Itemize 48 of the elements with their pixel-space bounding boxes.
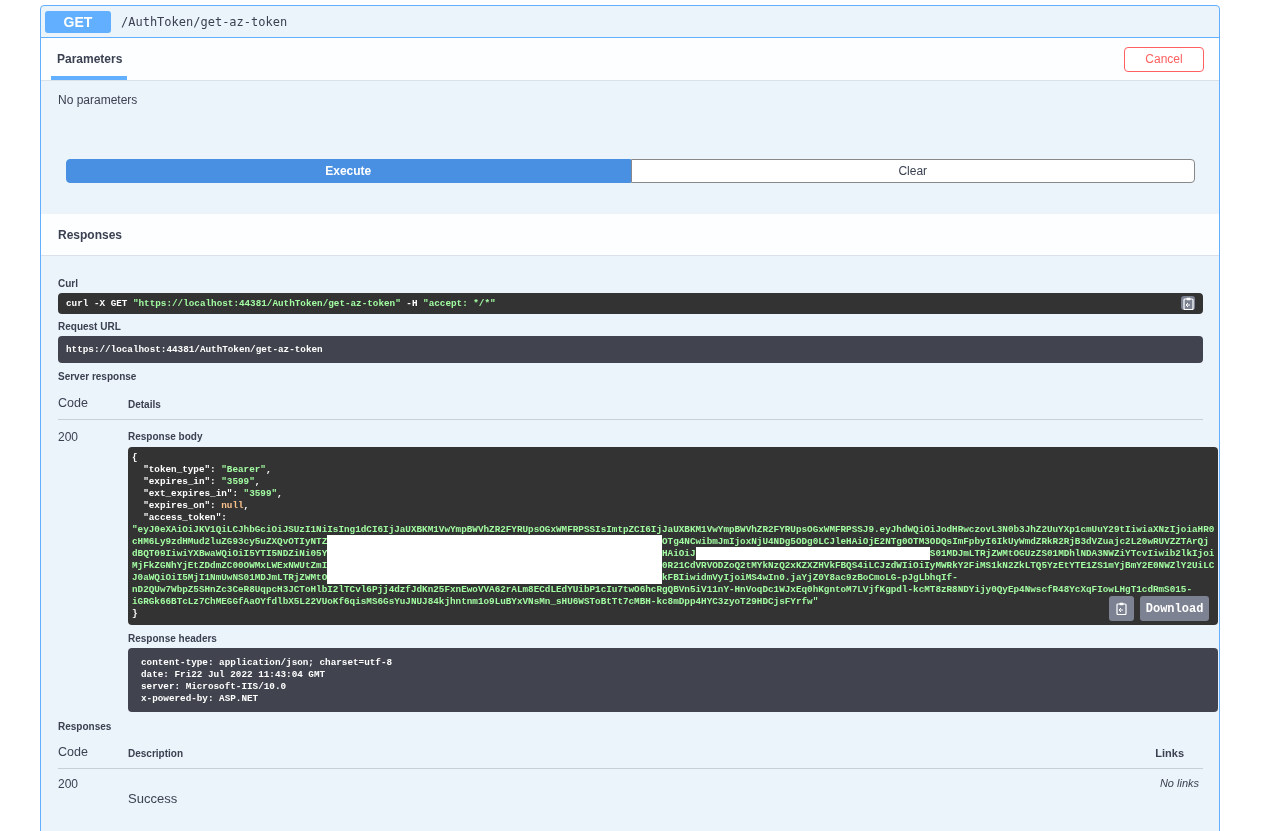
response-description: Success [128,790,179,806]
code-line: "ext_expires_in": "3599", [142,488,283,500]
field-label: Request URL [58,321,122,332]
section-label: Responses [58,721,113,732]
clear-button[interactable]: Clear [630,159,1195,183]
field-label: Server response [58,371,138,382]
code-line: iGRGk66BTcLz7ChMEGGfAaOYfdlbX5L22VUoKf6qisMS6GsYuJNUJ84kjhntnm1o9LuBYxVNsMn_sHU6WSToBtTt7cMBH-kc8mDpp4HYC3zyoT29HDCjsFYrfw" [132,596,819,608]
clipboard-icon [1182,296,1194,310]
column-header: Details [128,399,162,410]
field-label: Response body [128,431,204,442]
code-line: { [132,452,138,464]
column-header: Links [1155,747,1185,759]
code-line: "access_token": [142,512,227,524]
copy-button[interactable] [1109,596,1135,621]
code-line: cHM6Ly9zdHMud2luZG93cy5uZXQvOTIyNTZ OTg4NCwibmJmIjoxNjU4NDg5ODg0LCJleHAiOjE2NTg0OTM3ODQsImFpbyI6IkUyWmdZRkR2RjB3dVZuajc2L20wRUVZZTArQj [132,536,1209,548]
status-code: 200 [58,777,80,793]
code-line: J0aWQiOiI5MjI1NmUwNS01MDJmLTRjZWMtO kFBIiwidmVyIjoiMS4wIn0.jaYjZ0Y8ac9zBoCmoLG-pJgLbhqIf- [132,572,958,584]
cancel-button[interactable]: Cancel [1124,46,1204,72]
column-header: Code [58,745,89,759]
request-url: https://localhost:44381/AuthToken/get-az-token [58,336,1203,363]
endpoint-path: /AuthToken/get-az-token [121,14,288,29]
column-header: Code [58,396,89,410]
clipboard-icon [1116,602,1128,615]
section-title: Responses [58,227,123,242]
status-code: 200 [58,430,80,446]
copy-button[interactable] [1181,296,1195,310]
field-label: Response headers [128,633,218,644]
code-line: "expires_on": null, [142,500,250,512]
code-line: nD2QUw7WbpZ5SHnZc3CeR8UqpcH3JCToHlbI2lTCvl6Pjj4dzfJdKn25FxnEwoVVA62rALm8ECdLEdYUibP1cIu7twO6hcRgQBVn5iV11nY-HnVoqDc1WJxEq0hKgntoM7LVjfKgpdl-kcMT8zR8NDYijy0QyEp4NwscfR48YcXqFIowLHgT1cdRmS015- [132,584,1193,596]
code-line: dBQT09IiwiYXBwaWQiOiI5YTI5NDZiNi05Y HAiOiJ S01MDJmLTRjZWMtOGUzZS01MDhlNDA3NWZiYTcvIiwib2lkIjoi [132,548,1215,560]
execute-button[interactable]: Execute [66,159,631,183]
field-label: Curl [58,278,79,289]
code-line: "expires_in": "3599", [142,476,261,488]
code-line: "token_type": "Bearer", [142,464,272,476]
download-button[interactable]: Download [1139,596,1210,621]
code-line: "eyJ0eXAiOiJKV1QiLCJhbGciOiJSUzI1NiIsIng1dCI6IjJaUXBKM1VwYmpBWVhZR2FYRUpsOGxWMFRPSSIsImtpZCI6IjJaUXBKM1VwYmpBWVhZR2FYRUpsOGxWMFRPSSJ9.eyJhdWQiOiJodHRwczovL3N0b3JhZ2UuYXp1cmUuY29tIiwiaXNzIjoiaHR0 [132,524,1215,536]
code-line: } [132,608,138,620]
curl-command: curl -X GET "https://localhost:44381/AuthToken/get-az-token" -H "accept: */*" [58,293,1203,314]
code-line: MjFkZGNhYjEtZDdmZC00OWMxLWExNWUtZmI 0R21CdVRVODZoQ2tMYkNzQ2xKZXZHVkFBQS4iLCJzdWIiOiIyMWRkY2FiMS1kN2ZkLTQ5YzEtYTE1ZS1mYjBmY2E0NWZlY2UiLC [132,560,1215,572]
header-line: server: Microsoft-IIS/10.0 [141,681,287,693]
header-line: date: Fri22 Jul 2022 11:43:04 GMT [141,669,326,681]
column-header: Description [128,748,184,759]
tab[interactable]: Parameters [51,38,127,80]
method-badge: GET [45,10,111,33]
header-line: x-powered-by: ASP.NET [141,693,259,705]
parameters-note: No parameters [57,92,139,109]
links-note: No links [1159,777,1200,791]
header-line: content-type: application/json; charset=utf-8 [141,657,393,669]
